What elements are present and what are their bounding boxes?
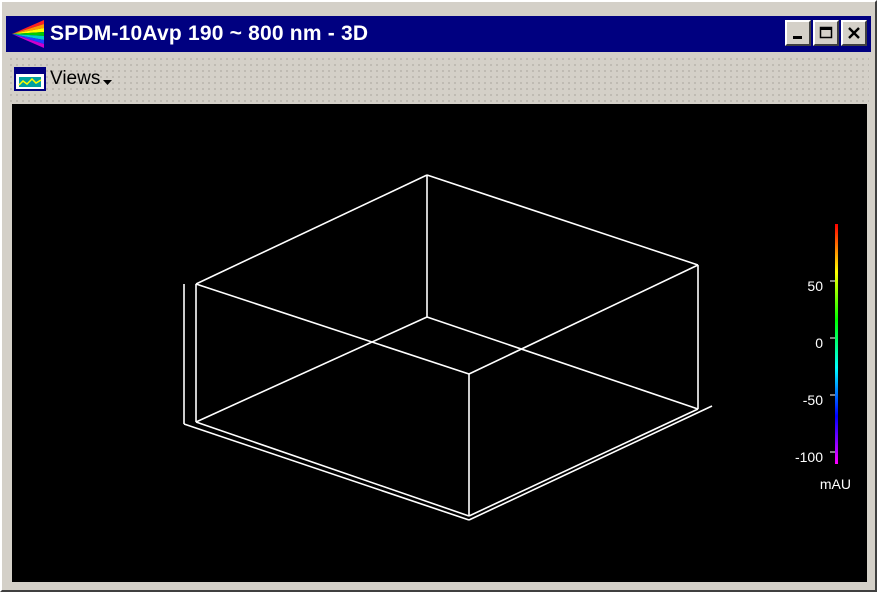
views-menu-button[interactable]: Views: [10, 62, 116, 96]
box-edge-top-back-right: [426, 174, 699, 266]
maximize-icon: [819, 26, 833, 39]
colorbar-label-neg50: -50: [802, 392, 823, 408]
minimize-icon: [793, 36, 802, 39]
views-menu-label: Views: [50, 68, 101, 89]
floor-edge-front-left: [183, 423, 470, 521]
colorbar-gradient: [835, 224, 838, 464]
box-edge-bottom-front-right: [468, 408, 699, 517]
colorbar-label-neg100: -100: [794, 449, 823, 465]
box-edge-top-back-left: [195, 174, 428, 285]
box-edge-bottom-back-right: [426, 316, 699, 410]
colorbar-unit: mAU: [819, 476, 851, 492]
views-panel-icon: [14, 67, 46, 91]
toolbar: Views: [8, 56, 869, 102]
box-edge-bottom-back-left: [195, 316, 428, 423]
spectrum-3d-window: SPDM-10Avp 190 ~ 800 nm - 3D Views 50 0 …: [0, 0, 877, 592]
minimize-button[interactable]: [785, 20, 811, 46]
window-title: SPDM-10Avp 190 ~ 800 nm - 3D: [50, 22, 369, 45]
plot-3d-area[interactable]: 50 0 -50 -100 mAU: [12, 104, 867, 582]
spectrum-app-icon: [12, 20, 44, 48]
colorbar-label-50: 50: [807, 278, 823, 294]
title-bar[interactable]: SPDM-10Avp 190 ~ 800 nm - 3D: [6, 16, 871, 52]
colorbar-ticks: [830, 280, 835, 453]
box-edge-top-front-right: [468, 264, 699, 375]
floor-edge-front-right: [468, 405, 713, 521]
wireframe-3d-box: [183, 174, 838, 521]
close-icon: [848, 27, 860, 39]
box-edge-bottom-front-left: [195, 421, 470, 517]
dropdown-arrow-icon: [103, 80, 113, 85]
close-button[interactable]: [841, 20, 867, 46]
colorbar-label-0: 0: [815, 335, 823, 351]
maximize-button[interactable]: [813, 20, 839, 46]
